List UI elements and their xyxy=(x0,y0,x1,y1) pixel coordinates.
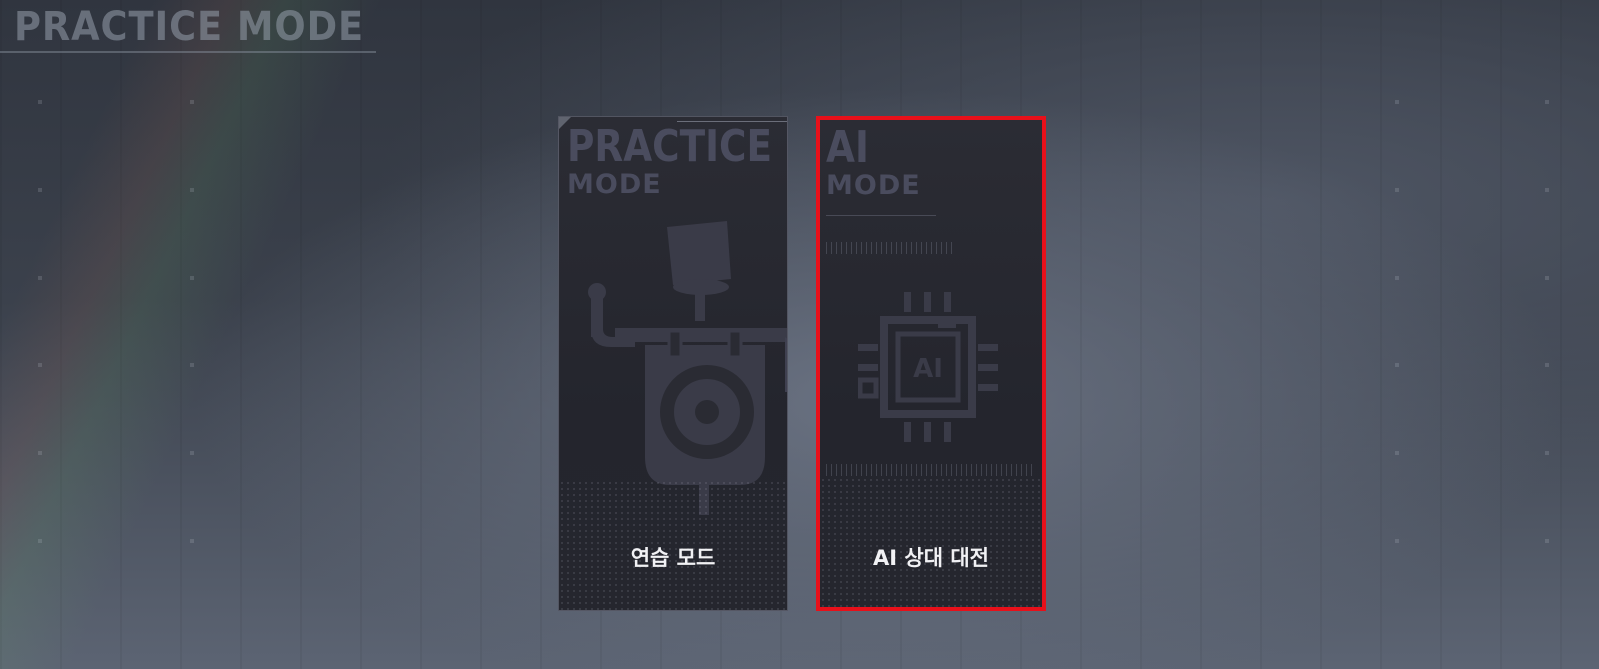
grid-dot xyxy=(38,100,42,104)
practice-mode-label: 연습 모드 xyxy=(630,546,716,570)
ai-chip-text: AI xyxy=(913,354,943,384)
ai-card-title-line2: MODE xyxy=(826,170,921,201)
ai-card-title-line1: AI xyxy=(826,122,869,173)
practice-card-title: PRACTICE MODE xyxy=(567,121,787,200)
ai-card-stripes-top xyxy=(826,242,956,254)
practice-card-title-line1: PRACTICE xyxy=(567,121,773,172)
grid-dot xyxy=(1545,188,1549,192)
grid-dot xyxy=(190,100,194,104)
ai-card-divider xyxy=(826,215,936,216)
grid-dot xyxy=(190,188,194,192)
grid-dot xyxy=(1545,100,1549,104)
grid-dot xyxy=(1395,363,1399,367)
grid-dot xyxy=(1545,451,1549,455)
grid-dot xyxy=(1395,539,1399,543)
page-title-underline xyxy=(0,51,376,53)
training-dummy-icon xyxy=(575,217,787,517)
grid-dot xyxy=(38,276,42,280)
grid-dot xyxy=(38,188,42,192)
grid-dot xyxy=(1545,363,1549,367)
page-title: PRACTICE MODE xyxy=(14,4,365,50)
grid-dot xyxy=(1395,451,1399,455)
grid-dot xyxy=(1395,276,1399,280)
grid-dot xyxy=(1395,100,1399,104)
grid-dot xyxy=(38,451,42,455)
grid-dot xyxy=(190,276,194,280)
practice-card-title-line2: MODE xyxy=(567,169,662,200)
background-grid-dots xyxy=(0,0,1599,669)
ai-card-stripes-bottom xyxy=(826,464,1036,476)
practice-mode-card[interactable]: PRACTICE MODE 연습 모드 xyxy=(558,116,788,611)
ai-chip-icon: AI xyxy=(858,292,1003,442)
grid-dot xyxy=(38,539,42,543)
grid-dot xyxy=(190,451,194,455)
grid-dot xyxy=(1395,188,1399,192)
grid-dot xyxy=(38,363,42,367)
ai-mode-label: AI 상대 대전 xyxy=(873,546,989,570)
ai-card-title: AI MODE xyxy=(826,122,921,201)
grid-dot xyxy=(190,363,194,367)
ai-mode-card[interactable]: AI MODE AI AI 상대 대전 xyxy=(816,116,1046,611)
grid-dot xyxy=(1545,539,1549,543)
grid-dot xyxy=(1545,276,1549,280)
grid-dot xyxy=(190,539,194,543)
